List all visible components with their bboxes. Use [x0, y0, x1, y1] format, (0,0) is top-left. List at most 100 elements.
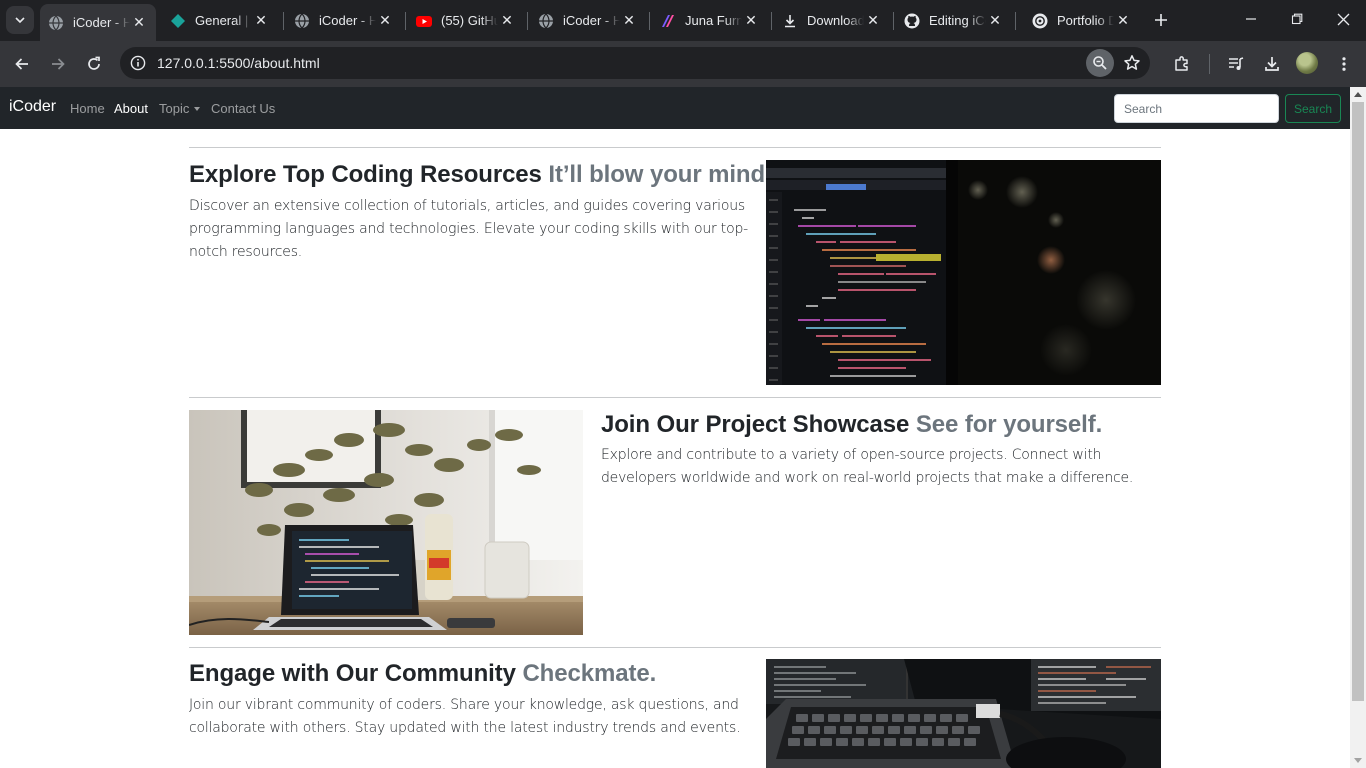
diamond-icon: [171, 13, 185, 28]
close-icon[interactable]: ✕: [1114, 12, 1132, 30]
brand-logo[interactable]: iCoder: [9, 98, 56, 116]
close-window-button[interactable]: [1320, 0, 1366, 38]
featurette-text-3: Join our vibrant community of coders. Sh…: [189, 697, 741, 736]
puzzle-icon: [1175, 56, 1188, 71]
nav-topic-dropdown[interactable]: Topic: [159, 101, 201, 116]
openai-icon: [1032, 13, 1048, 28]
browser-tab[interactable]: Downloads ✕: [774, 0, 890, 41]
laptop-and-monitors-image: [766, 659, 1161, 768]
youtube-icon: [416, 15, 432, 27]
close-icon[interactable]: ✕: [130, 14, 148, 32]
featurette-heading-1: Explore Top Coding Resources It’ll blow …: [189, 161, 772, 189]
globe-icon: [295, 13, 309, 28]
bookmark-button[interactable]: [1118, 49, 1146, 77]
featurette-divider: [189, 647, 1161, 648]
star-icon: [1124, 55, 1140, 70]
nav-about[interactable]: About: [114, 101, 148, 116]
browser-tab[interactable]: General | Gemini ✕: [162, 0, 278, 41]
browser-toolbar: 127.0.0.1:5500/about.html: [0, 41, 1366, 87]
browser-tab-strip: iCoder - Home ✕ General | Gemini ✕ iCode…: [0, 0, 1366, 41]
reload-button[interactable]: [80, 50, 108, 78]
scroll-down-icon[interactable]: [1354, 758, 1362, 763]
tab-search-button[interactable]: [6, 6, 34, 34]
new-tab-button[interactable]: [1150, 9, 1172, 31]
browser-tab[interactable]: (55) GitHub ✕: [408, 0, 524, 41]
download-icon: [1265, 57, 1279, 71]
browser-tab[interactable]: iCoder - Home ✕: [530, 0, 646, 41]
tab-separator: [893, 12, 894, 30]
downloads-button[interactable]: [1258, 50, 1286, 78]
media-control-button[interactable]: [1222, 50, 1250, 78]
featurette-text-1: Discover an extensive collection of tuto…: [189, 198, 748, 260]
browser-menu-button[interactable]: [1330, 50, 1358, 78]
tab-title: Portfolio Design: [1057, 13, 1114, 28]
close-icon[interactable]: ✕: [742, 12, 760, 30]
featurette-divider: [189, 147, 1161, 148]
info-icon: [130, 55, 146, 71]
caret-down-icon: [194, 107, 201, 111]
browser-tab[interactable]: Editing iCoder ✕: [896, 0, 1012, 41]
close-icon[interactable]: ✕: [864, 12, 882, 30]
tab-separator: [649, 12, 650, 30]
close-icon[interactable]: ✕: [986, 12, 1004, 30]
featurette-heading-2: Join Our Project Showcase See for yourse…: [601, 411, 1102, 439]
browser-tab-active[interactable]: iCoder - Home ✕: [40, 4, 156, 41]
tab-title: iCoder - Home: [319, 13, 376, 28]
juna-icon: [662, 14, 674, 27]
featurette-text-2: Explore and contribute to a variety of o…: [601, 447, 1134, 486]
minimize-icon: [1246, 18, 1256, 20]
tab-title: Juna Furniture: [685, 13, 742, 28]
site-navbar: iCoder Home About Topic Contact Us Searc…: [0, 87, 1350, 129]
reload-icon: [88, 56, 100, 70]
profile-avatar[interactable]: [1296, 52, 1318, 74]
tab-title: Downloads: [807, 13, 864, 28]
heading-main: Join Our Project Showcase: [601, 411, 910, 438]
tab-title: (55) GitHub: [441, 13, 498, 28]
close-icon[interactable]: ✕: [376, 12, 394, 30]
toolbar-divider: [1209, 54, 1210, 74]
tab-separator: [527, 12, 528, 30]
restore-icon: [1291, 13, 1303, 25]
heading-muted: It’ll blow your mind.: [548, 161, 772, 188]
heading-main: Explore Top Coding Resources: [189, 161, 542, 188]
minimize-button[interactable]: [1228, 0, 1274, 38]
search-input[interactable]: [1114, 94, 1279, 123]
laptop-on-desk-image: [189, 410, 583, 635]
close-icon[interactable]: ✕: [498, 12, 516, 30]
search-button[interactable]: Search: [1285, 94, 1341, 123]
queue-music-icon: [1229, 57, 1244, 70]
tab-title: iCoder - Home: [563, 13, 620, 28]
zoom-button[interactable]: [1086, 49, 1114, 77]
extensions-button[interactable]: [1168, 50, 1196, 78]
nav-home[interactable]: Home: [70, 101, 105, 116]
tab-title: Editing iCoder: [929, 13, 986, 28]
url-text[interactable]: 127.0.0.1:5500/about.html: [157, 55, 320, 71]
close-icon[interactable]: ✕: [252, 12, 270, 30]
close-icon: [1337, 13, 1349, 25]
scrollbar-thumb[interactable]: [1352, 102, 1364, 701]
browser-tab[interactable]: Juna Furniture ✕: [652, 0, 768, 41]
download-icon: [785, 14, 795, 27]
site-info-button[interactable]: [124, 49, 152, 77]
code-on-monitor-image: [766, 160, 1161, 385]
browser-tab[interactable]: Portfolio Design ✕: [1024, 0, 1140, 41]
plus-icon: [1155, 14, 1167, 26]
arrow-right-icon: [52, 58, 65, 70]
close-icon[interactable]: ✕: [620, 12, 638, 30]
heading-muted: See for yourself.: [915, 411, 1103, 438]
scroll-up-icon[interactable]: [1354, 92, 1362, 97]
heading-main: Engage with Our Community: [189, 660, 516, 687]
featurette-heading-3: Engage with Our Community Checkmate.: [189, 660, 656, 688]
github-icon: [904, 13, 920, 28]
tab-title: General | Gemini: [195, 13, 252, 28]
tab-separator: [771, 12, 772, 30]
back-button[interactable]: [8, 50, 36, 78]
nav-contact[interactable]: Contact Us: [211, 101, 275, 116]
tab-separator: [405, 12, 406, 30]
tab-separator: [1015, 12, 1016, 30]
browser-tab[interactable]: iCoder - Home ✕: [286, 0, 402, 41]
forward-button[interactable]: [44, 50, 72, 78]
page-scrollbar[interactable]: [1350, 87, 1366, 768]
address-bar[interactable]: 127.0.0.1:5500/about.html: [120, 47, 1150, 79]
restore-button[interactable]: [1274, 0, 1320, 38]
